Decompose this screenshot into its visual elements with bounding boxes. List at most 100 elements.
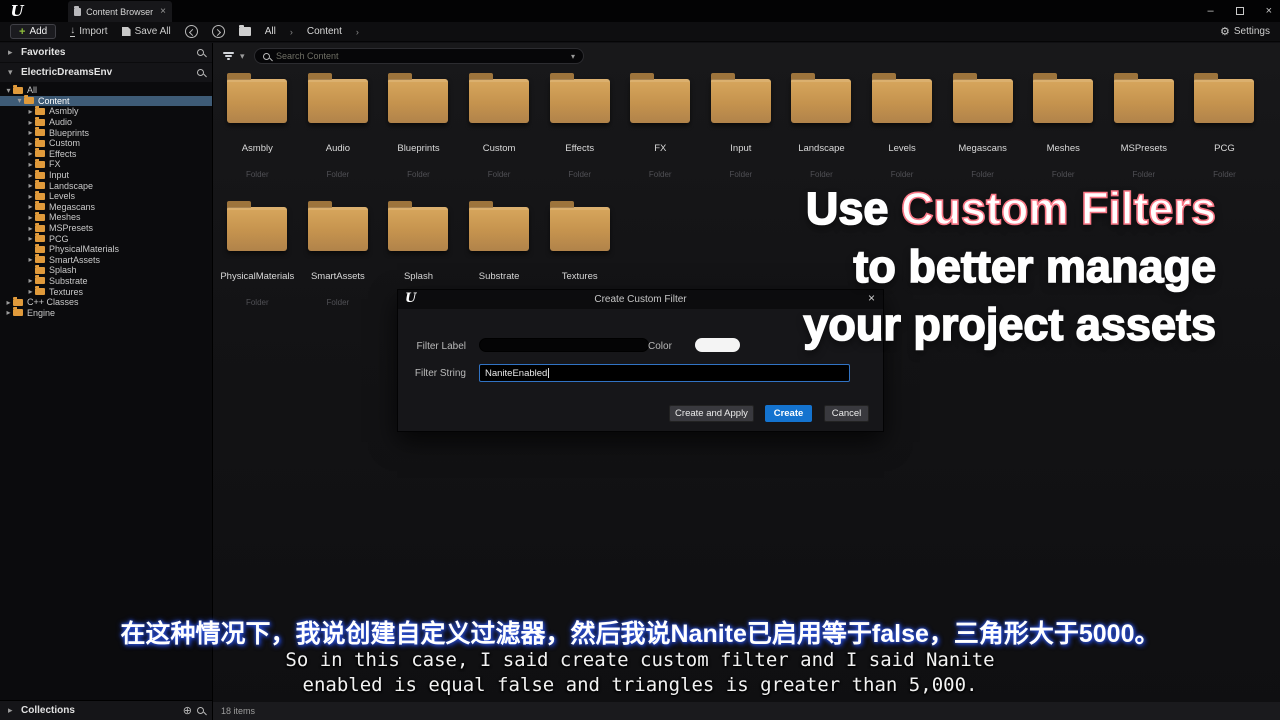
tree-item[interactable]: ▸ Audio [0, 117, 212, 128]
folder-icon [630, 79, 690, 123]
expand-arrow-icon[interactable]: ▾ [4, 86, 13, 95]
tree-item[interactable]: ▸ C++ Classes [0, 297, 212, 308]
expand-arrow-icon[interactable]: ▸ [26, 213, 35, 222]
create-and-apply-button[interactable]: Create and Apply [669, 405, 754, 422]
expand-arrow-icon[interactable]: ▸ [26, 128, 35, 137]
folder-tile[interactable]: Audio Folder [298, 67, 379, 195]
tree-item[interactable]: ▸ Effects [0, 149, 212, 160]
filter-label-input[interactable] [479, 338, 649, 352]
folder-tile[interactable]: Effects Folder [539, 67, 620, 195]
filter-string-input[interactable]: NaniteEnabled [479, 364, 850, 382]
breadcrumb-all[interactable]: All [265, 26, 276, 37]
tree-item[interactable]: ▸ Input [0, 170, 212, 181]
tree-item[interactable]: ▾ Content [0, 96, 212, 107]
tree-item[interactable]: ▾ All [0, 85, 212, 96]
folder-tile[interactable]: Landscape Folder [781, 67, 862, 195]
create-button[interactable]: Create [765, 405, 812, 422]
expand-arrow-icon[interactable]: ▸ [26, 255, 35, 264]
expand-arrow-icon[interactable]: ▸ [26, 287, 35, 296]
folder-icon [227, 79, 287, 123]
tree-item-label: All [27, 85, 37, 95]
expand-arrow-icon[interactable]: ▸ [26, 276, 35, 285]
folder-tile[interactable]: PhysicalMaterials Folder [217, 195, 298, 323]
minimize-button[interactable]: – [1207, 0, 1213, 22]
tree-item[interactable]: ▸ Meshes [0, 212, 212, 223]
import-button[interactable]: ↓ Import [70, 26, 107, 37]
expand-arrow-icon[interactable]: ▸ [4, 308, 13, 317]
import-label: Import [79, 26, 107, 37]
folder-icon [35, 193, 45, 200]
filter-icon[interactable] [223, 52, 234, 60]
expand-arrow-icon[interactable]: ▸ [4, 298, 13, 307]
tree-item[interactable]: ▸ Custom [0, 138, 212, 149]
expand-arrow-icon[interactable]: ▸ [26, 171, 35, 180]
folder-tile[interactable]: Custom Folder [459, 67, 540, 195]
search-icon[interactable] [197, 69, 204, 76]
back-button[interactable] [185, 25, 198, 38]
folder-tile[interactable]: Megascans Folder [942, 67, 1023, 195]
expand-arrow-icon[interactable]: ▸ [26, 202, 35, 211]
expand-arrow-icon[interactable]: ▸ [26, 224, 35, 233]
chevron-down-icon[interactable]: ▾ [8, 67, 16, 78]
search-input[interactable]: Search Content ▾ [254, 48, 584, 64]
folder-tile[interactable]: MSPresets Folder [1104, 67, 1185, 195]
tab-label: Content Browser [86, 7, 153, 17]
folder-tile[interactable]: Blueprints Folder [378, 67, 459, 195]
folder-tile[interactable]: Input Folder [701, 67, 782, 195]
expand-arrow-icon[interactable]: ▸ [26, 107, 35, 116]
add-button[interactable]: + Add [10, 24, 56, 39]
favorites-section-header[interactable]: ▸ Favorites [0, 43, 212, 62]
folder-icon [24, 97, 34, 104]
tab-close-icon[interactable]: × [160, 6, 166, 17]
tree-item[interactable]: ▸ MSPresets [0, 223, 212, 234]
folder-tile[interactable]: SmartAssets Folder [298, 195, 379, 323]
folder-tile[interactable]: Levels Folder [862, 67, 943, 195]
expand-arrow-icon[interactable]: ▸ [26, 118, 35, 127]
tree-item-label: FX [49, 159, 61, 169]
tree-item[interactable]: ▸ Asmbly [0, 106, 212, 117]
forward-button[interactable] [212, 25, 225, 38]
expand-arrow-icon[interactable]: ▸ [26, 192, 35, 201]
folder-tile[interactable]: PCG Folder [1184, 67, 1265, 195]
close-button[interactable]: × [1266, 0, 1272, 22]
tree-item[interactable]: ▸ FX [0, 159, 212, 170]
folder-tile[interactable]: FX Folder [620, 67, 701, 195]
restore-button[interactable] [1236, 7, 1244, 15]
settings-button[interactable]: ⚙ Settings [1220, 25, 1270, 38]
expand-arrow-icon[interactable]: ▾ [15, 96, 24, 105]
tree-item[interactable]: Splash [0, 265, 212, 276]
search-icon[interactable] [197, 49, 204, 56]
tab-content-browser[interactable]: Content Browser × [68, 1, 172, 22]
tree-item[interactable]: ▸ Blueprints [0, 127, 212, 138]
add-collection-icon[interactable]: ⊕ [183, 704, 192, 717]
expand-arrow-icon[interactable]: ▸ [26, 160, 35, 169]
tree-item[interactable]: ▸ Substrate [0, 276, 212, 287]
expand-arrow-icon[interactable]: ▸ [26, 181, 35, 190]
tree-item[interactable]: PhysicalMaterials [0, 244, 212, 255]
tree-item[interactable]: ▸ Engine [0, 307, 212, 318]
search-icon[interactable] [197, 707, 204, 714]
project-section-header[interactable]: ▾ ElectricDreamsEnv [0, 63, 212, 82]
unreal-logo-icon: U [8, 2, 26, 20]
tree-item[interactable]: ▸ Textures [0, 286, 212, 297]
collections-panel[interactable]: ▸ Collections ⊕ [0, 700, 212, 720]
tree-item[interactable]: ▸ Megascans [0, 202, 212, 213]
expand-arrow-icon[interactable]: ▸ [26, 139, 35, 148]
folder-tile[interactable]: Asmbly Folder [217, 67, 298, 195]
tree-item-label: Substrate [49, 276, 88, 286]
cancel-button[interactable]: Cancel [824, 405, 869, 422]
expand-arrow-icon[interactable]: ▸ [26, 149, 35, 158]
chevron-down-icon[interactable]: ▾ [571, 52, 575, 61]
breadcrumb-content[interactable]: Content [307, 26, 342, 37]
tree-item[interactable]: ▸ SmartAssets [0, 255, 212, 266]
chevron-down-icon[interactable]: ▾ [240, 51, 248, 62]
folder-tile[interactable]: Meshes Folder [1023, 67, 1104, 195]
chevron-right-icon[interactable]: ▸ [8, 705, 16, 716]
save-all-button[interactable]: Save All [122, 26, 171, 37]
tree-item[interactable]: ▸ Levels [0, 191, 212, 202]
color-swatch[interactable] [695, 338, 740, 352]
tree-item[interactable]: ▸ Landscape [0, 180, 212, 191]
chevron-right-icon[interactable]: ▸ [8, 47, 16, 58]
tree-item[interactable]: ▸ PCG [0, 233, 212, 244]
expand-arrow-icon[interactable]: ▸ [26, 234, 35, 243]
